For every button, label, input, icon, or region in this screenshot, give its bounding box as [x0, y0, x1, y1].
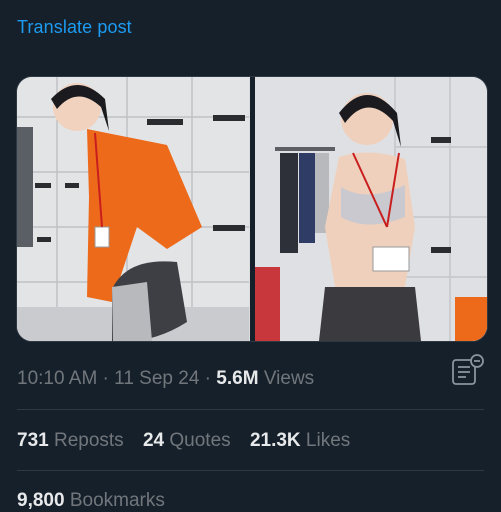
post-date[interactable]: 11 Sep 24: [114, 368, 199, 389]
likes-label: Likes: [300, 430, 351, 451]
divider: [17, 470, 484, 471]
divider: [17, 409, 484, 410]
reposts-count: 731: [17, 430, 49, 451]
photo-right-image: [254, 77, 487, 341]
bookmarks-stat[interactable]: 9,800 Bookmarks: [17, 490, 165, 512]
analytics-icon[interactable]: [450, 354, 484, 388]
meta-separator: ·: [97, 368, 115, 389]
likes-stat[interactable]: 21.3K Likes: [250, 430, 350, 452]
likes-count: 21.3K: [249, 430, 301, 451]
media-grid: [16, 76, 488, 342]
post-meta: 10:10 AM · 11 Sep 24 · 5.6M Views: [17, 368, 314, 390]
views-count: 5.6M: [216, 368, 259, 389]
meta-separator: ·: [199, 368, 217, 389]
quotes-count: 24: [142, 430, 165, 451]
post-time[interactable]: 10:10 AM: [17, 368, 97, 389]
quotes-stat[interactable]: 24 Quotes: [143, 430, 231, 452]
quotes-label: Quotes: [164, 430, 231, 451]
engagement-stats: 731 Reposts 24 Quotes 21.3K Likes: [17, 430, 364, 452]
views-label: Views: [258, 368, 315, 389]
bookmarks-label: Bookmarks: [64, 490, 165, 511]
photo-left-image: [17, 77, 249, 341]
reposts-label: Reposts: [48, 430, 124, 451]
bookmarks-count: 9,800: [17, 490, 65, 511]
post-photo-right[interactable]: [254, 77, 487, 341]
translate-post-link[interactable]: Translate post: [17, 17, 132, 38]
reposts-stat[interactable]: 731 Reposts: [17, 430, 124, 452]
post-photo-left[interactable]: [17, 77, 250, 341]
